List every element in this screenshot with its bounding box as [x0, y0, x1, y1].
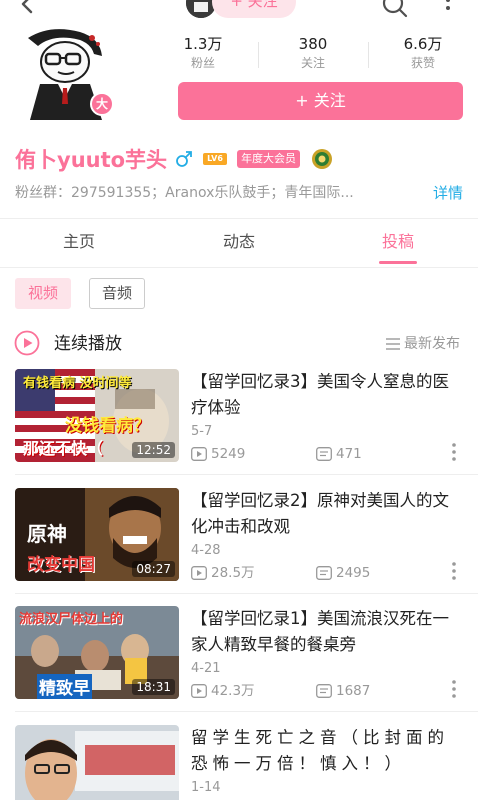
more-options-icon[interactable]: [448, 560, 460, 582]
name-row: 侑卜yuuto芋头 LV6 年度大会员: [15, 144, 334, 174]
tab-home[interactable]: 主页: [19, 219, 139, 267]
video-duration: 18:31: [132, 679, 175, 695]
tab-uploads[interactable]: 投稿: [338, 219, 458, 267]
video-danmaku: 471: [316, 445, 362, 463]
video-plays: 5249: [191, 445, 245, 463]
danmaku-count: 2495: [336, 565, 371, 581]
profile-stats: 1.3万 粉丝 380 关注 6.6万 获赞: [148, 34, 478, 74]
filter-video-chip[interactable]: 视频: [15, 278, 72, 309]
video-date: 5-7: [191, 424, 213, 439]
video-thumbnail[interactable]: 有钱看病 没时间等 没钱看病？ 那还不快（ 12:52: [15, 369, 179, 462]
stat-value: 6.6万: [403, 35, 443, 53]
video-thumbnail[interactable]: [15, 725, 179, 800]
video-thumbnail[interactable]: 原神 改变中国 08:27: [15, 488, 179, 581]
thumbnail-caption-top: 有钱看病 没时间等: [23, 376, 132, 391]
list-divider: [15, 593, 478, 594]
search-icon[interactable]: [382, 0, 408, 18]
stat-label: 获赞: [410, 56, 435, 70]
detail-link[interactable]: 详情: [433, 182, 463, 204]
video-date: 1-14: [191, 780, 221, 795]
thumbnail-caption-top: 流浪汉尸体边上的: [19, 612, 124, 627]
follow-button[interactable]: + 关注: [178, 82, 463, 120]
video-title[interactable]: 【留学回忆录2】原神对美国人的文化冲击和改观: [191, 488, 461, 540]
video-plays: 42.3万: [191, 682, 255, 700]
sort-lines-icon: [386, 338, 400, 350]
top-bar: + 关注: [0, 0, 478, 22]
video-duration: 08:27: [132, 561, 175, 577]
thumbnail-caption-mid: 改变中国: [27, 555, 95, 575]
video-plays: 28.5万: [191, 564, 255, 582]
play-count: 42.3万: [211, 683, 255, 699]
stat-value: 380: [298, 35, 328, 53]
danmaku-icon: [316, 447, 332, 461]
danmaku-count: 471: [336, 446, 362, 462]
video-item[interactable]: 流浪汉尸体边上的 精致早 18:31 【留学回忆录1】美国流浪汉死在一家人精致早…: [0, 606, 478, 724]
tab-dynamic[interactable]: 动态: [179, 219, 299, 267]
list-divider: [15, 474, 478, 475]
sort-label: 最新发布: [404, 336, 460, 352]
thumbnail-caption-top: 原神: [27, 522, 67, 546]
list-divider: [15, 711, 478, 712]
vip-badge[interactable]: 年度大会员: [237, 150, 301, 168]
play-count-icon: [191, 566, 207, 580]
video-duration: 12:52: [132, 442, 175, 458]
top-follow-button[interactable]: + 关注: [212, 0, 296, 18]
video-thumbnail[interactable]: 流浪汉尸体边上的 精致早 18:31: [15, 606, 179, 699]
video-title[interactable]: 【留学回忆录3】美国令人窒息的医疗体验: [191, 369, 461, 421]
male-icon: [176, 151, 192, 167]
danmaku-count: 1687: [336, 683, 371, 699]
play-circle-icon: [14, 330, 40, 356]
play-count-icon: [191, 447, 207, 461]
more-options-icon[interactable]: [448, 441, 460, 463]
stat-following[interactable]: 380 关注: [258, 34, 368, 74]
danmaku-icon: [316, 566, 332, 580]
thumbnail-art: [15, 725, 179, 800]
danmaku-icon: [316, 684, 332, 698]
bio-row: 粉丝群：297591355；Aranox乐队鼓手；青年国际... 详情: [15, 182, 465, 206]
video-title[interactable]: 【留学回忆录1】美国流浪汉死在一家人精致早餐的餐桌旁: [191, 606, 461, 658]
thumbnail-caption-mid: 没钱看病？: [65, 416, 150, 436]
bio-text: 粉丝群：297591355；Aranox乐队鼓手；青年国际...: [15, 185, 354, 201]
username: 侑卜yuuto芋头: [15, 148, 168, 172]
more-vertical-icon[interactable]: [440, 0, 456, 18]
video-date: 4-28: [191, 543, 221, 558]
thumbnail-caption-mid: 精致早: [37, 674, 92, 699]
video-item[interactable]: 原神 改变中国 08:27 【留学回忆录2】原神对美国人的文化冲击和改观 4-2…: [0, 488, 478, 606]
profile-tabs: 主页 动态 投稿: [0, 218, 478, 268]
continuous-play-row[interactable]: 连续播放 最新发布: [14, 330, 464, 358]
video-danmaku: 1687: [316, 682, 370, 700]
more-options-icon[interactable]: [448, 678, 460, 700]
video-danmaku: 2495: [316, 564, 370, 582]
back-arrow-icon[interactable]: [18, 0, 36, 16]
creator-badge: 大: [90, 92, 114, 116]
filter-audio-chip[interactable]: 音频: [89, 278, 146, 309]
stat-likes: 6.6万 获赞: [368, 34, 478, 74]
play-count: 28.5万: [211, 565, 255, 581]
continuous-play-label: 连续播放: [54, 334, 122, 354]
thumbnail-caption-bottom: 那还不快（: [23, 439, 104, 458]
sort-dropdown[interactable]: 最新发布: [386, 333, 460, 355]
stat-fans[interactable]: 1.3万 粉丝: [148, 34, 258, 74]
medal-icon[interactable]: [310, 146, 334, 172]
play-count-icon: [191, 684, 207, 698]
video-date: 4-21: [191, 661, 221, 676]
video-title[interactable]: 留学生死亡之音（比封面的恐怖一万倍！慎入！）: [191, 725, 461, 777]
stat-value: 1.3万: [183, 35, 223, 53]
video-item[interactable]: 留学生死亡之音（比封面的恐怖一万倍！慎入！） 1-14: [0, 725, 478, 800]
stat-label: 关注: [300, 56, 325, 70]
video-item[interactable]: 有钱看病 没时间等 没钱看病？ 那还不快（ 12:52 【留学回忆录3】美国令人…: [0, 369, 478, 487]
stat-label: 粉丝: [190, 56, 215, 70]
level-badge: LV6: [203, 153, 228, 165]
tab-active-indicator: [379, 261, 417, 264]
play-count: 5249: [211, 446, 246, 462]
